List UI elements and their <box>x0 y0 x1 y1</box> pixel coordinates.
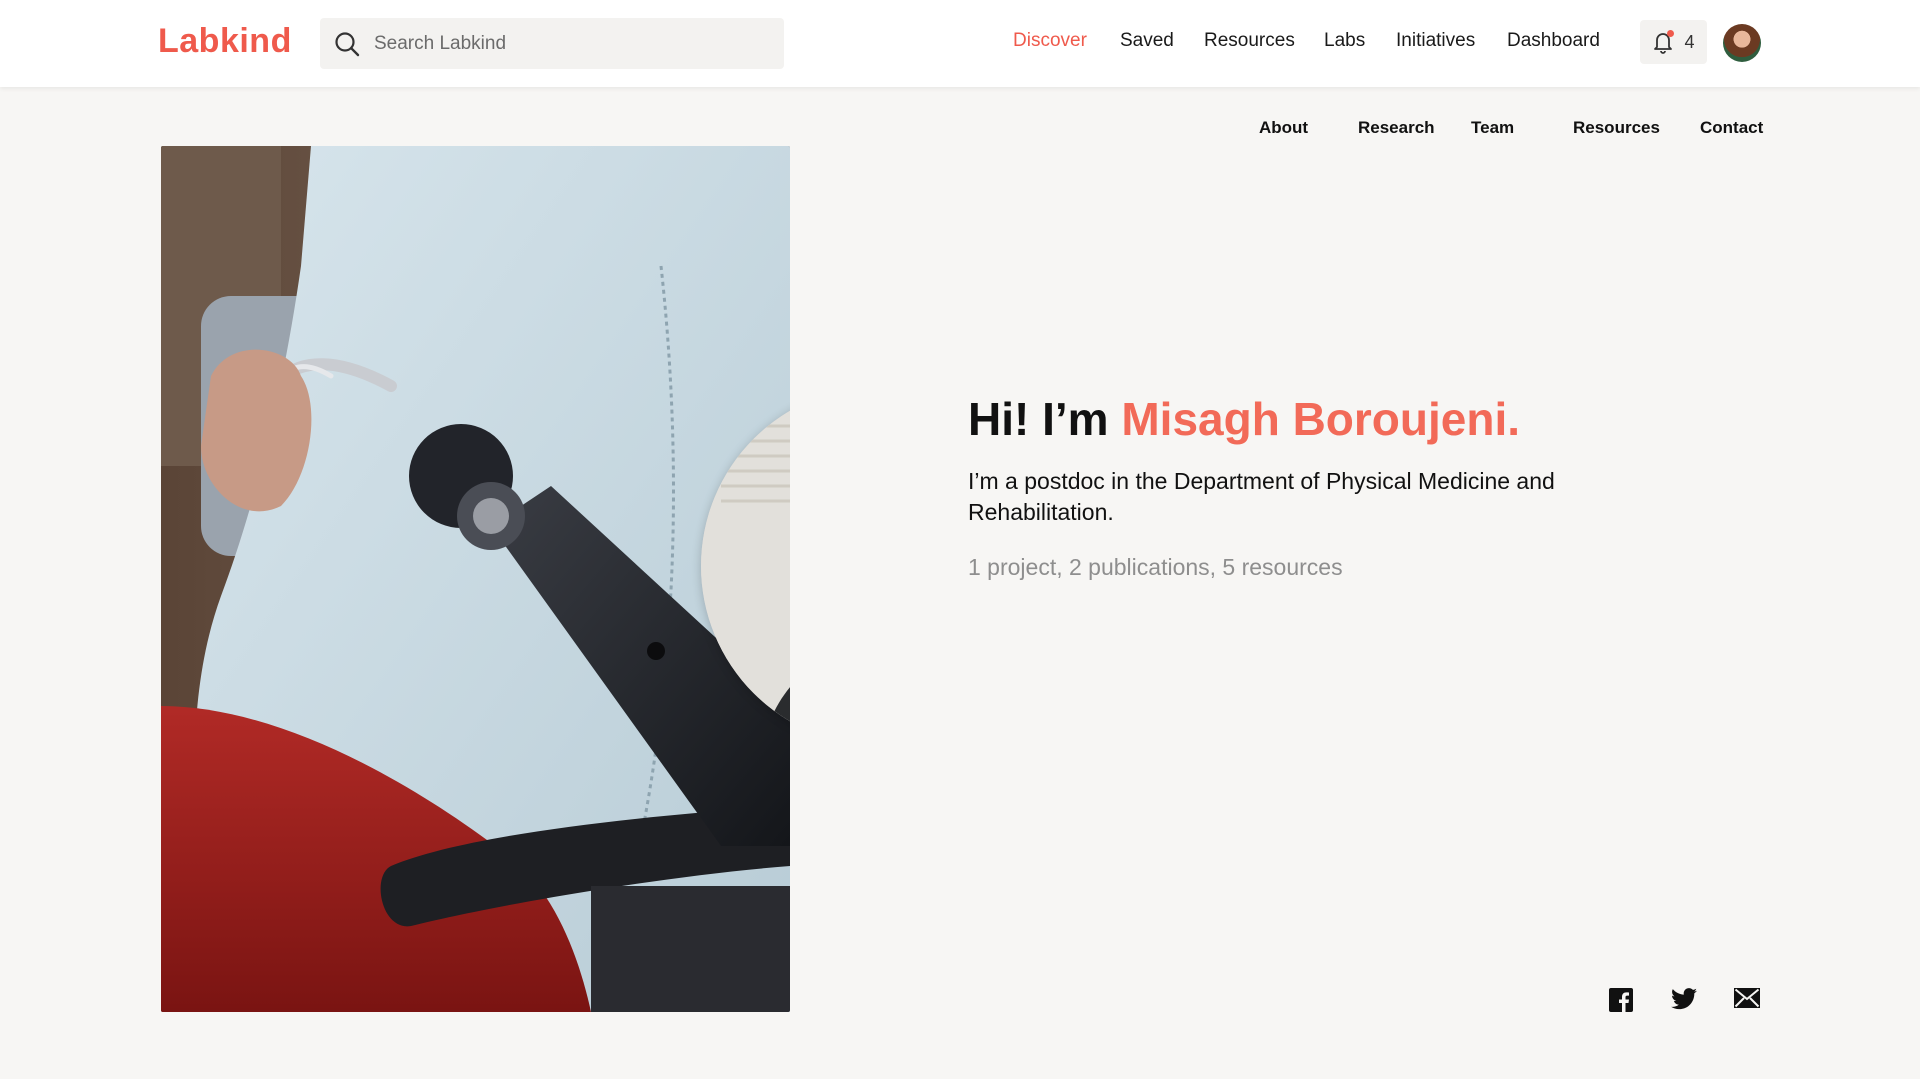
top-navigation-bar: Labkind Discover Saved Resources Labs In… <box>0 0 1920 87</box>
bell-icon <box>1652 30 1675 54</box>
profile-nav-research[interactable]: Research <box>1358 118 1435 138</box>
notifications-button[interactable]: 4 <box>1640 20 1707 64</box>
greeting-heading: Hi! I’m Misagh Boroujeni. <box>968 392 1520 446</box>
profile-name: Misagh Boroujeni. <box>1121 393 1521 445</box>
mail-icon[interactable] <box>1734 988 1760 1013</box>
nav-dashboard[interactable]: Dashboard <box>1507 30 1600 52</box>
twitter-icon[interactable] <box>1671 988 1697 1015</box>
nav-resources[interactable]: Resources <box>1204 30 1295 52</box>
nav-labs[interactable]: Labs <box>1324 30 1365 52</box>
profile-nav-contact[interactable]: Contact <box>1700 118 1763 138</box>
profile-stats: 1 project, 2 publications, 5 resources <box>968 554 1343 580</box>
hero-photo <box>161 146 790 1012</box>
greeting-prefix: Hi! I’m <box>968 393 1122 445</box>
profile-nav-resources[interactable]: Resources <box>1573 118 1660 138</box>
facebook-icon[interactable] <box>1609 988 1633 1017</box>
profile-bio: I’m a postdoc in the Department of Physi… <box>968 468 1555 525</box>
user-avatar[interactable] <box>1723 24 1761 62</box>
nav-saved[interactable]: Saved <box>1120 30 1174 52</box>
nav-initiatives[interactable]: Initiatives <box>1396 30 1475 52</box>
profile-nav-about[interactable]: About <box>1259 118 1308 138</box>
prosthetic-arm-photo <box>161 146 790 1012</box>
nav-discover[interactable]: Discover <box>1013 30 1087 52</box>
profile-nav-team[interactable]: Team <box>1471 118 1514 138</box>
main-nav: Discover Saved Resources Labs Initiative… <box>0 30 1920 60</box>
notification-count: 4 <box>1684 31 1695 52</box>
